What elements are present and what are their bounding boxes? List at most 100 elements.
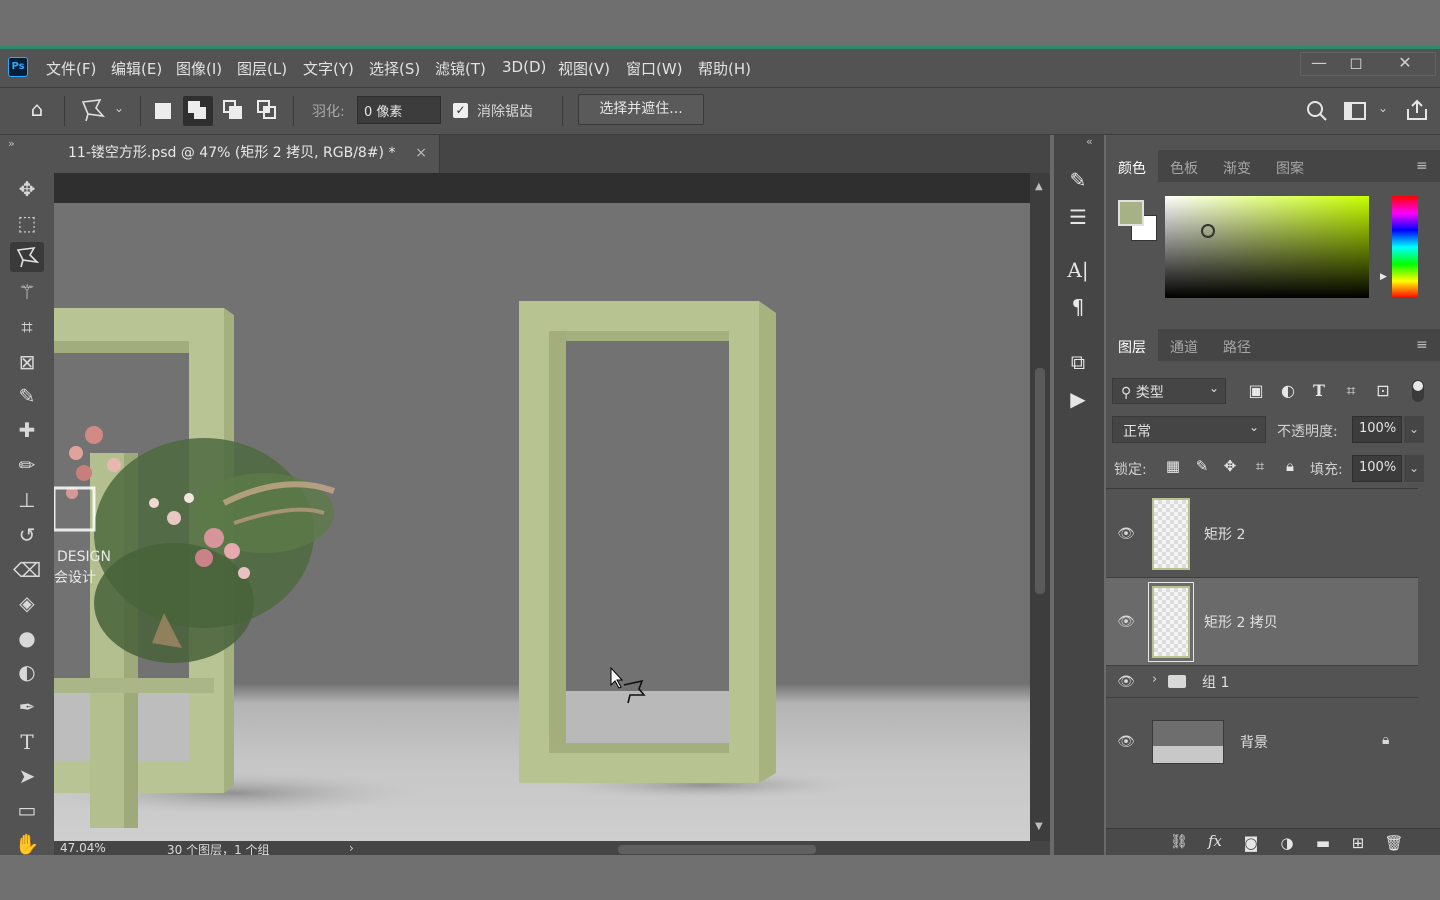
delete-layer-icon[interactable]: 🗑︎ [1383,834,1405,852]
workspace-icon[interactable] [1343,99,1369,123]
path-selection-tool-icon[interactable]: ➤ [10,761,44,791]
polygonal-lasso-icon[interactable] [78,96,108,124]
tab-gradients[interactable]: 渐变 [1223,158,1251,178]
menu-select[interactable]: 选择(S) [369,58,420,79]
tab-layers[interactable]: 图层 [1118,337,1146,357]
photoshop-logo[interactable]: Ps [8,57,28,77]
background-layer-row[interactable]: 👁︎ 背景 🔒︎ [1106,698,1418,786]
tab-paths[interactable]: 路径 [1223,337,1251,357]
layer-group-row[interactable]: 👁︎ › 组 1 [1106,666,1418,698]
new-layer-icon[interactable]: ⊞ [1347,834,1369,852]
history-icon[interactable]: ⧉ [1062,350,1094,374]
fill-input[interactable]: 100% [1352,455,1402,482]
tab-channels[interactable]: 通道 [1170,337,1198,357]
vertical-scrollbar[interactable]: ▲ ▼ [1030,173,1050,841]
menu-layer[interactable]: 图层(L) [237,58,287,79]
collapse-panels-icon[interactable]: « [1086,135,1093,148]
hue-slider-handle-icon[interactable]: ▶ [1380,272,1387,282]
magic-wand-tool-icon[interactable]: ⚚ [10,277,44,307]
hue-slider[interactable] [1392,196,1418,298]
minimize-button[interactable]: — [1304,54,1334,72]
add-mask-icon[interactable]: ◙ [1240,834,1262,852]
foreground-color-swatch[interactable] [1118,200,1144,226]
smart-object-filter-icon[interactable]: ⊡ [1372,381,1394,400]
layer-filter-select[interactable]: ⚲ 类型 ⌄ [1112,378,1226,404]
rectangle-tool-icon[interactable]: ▭ [10,795,44,825]
brush-tool-icon[interactable]: ✏ [10,450,44,480]
type-tool-icon[interactable]: T [10,727,44,757]
eye-icon[interactable]: 👁︎ [1116,735,1136,749]
menu-file[interactable]: 文件(F) [46,58,96,79]
frame-tool-icon[interactable]: ⊠ [10,347,44,377]
vertical-scroll-thumb[interactable] [1035,368,1045,594]
menu-view[interactable]: 视图(V) [558,58,610,79]
layers-panel-menu-icon[interactable]: ≡ [1416,337,1428,353]
menu-3d[interactable]: 3D(D) [502,58,546,76]
tab-swatches[interactable]: 色板 [1170,158,1198,178]
home-icon[interactable]: ⌂ [22,97,52,121]
character-icon[interactable]: A| [1062,258,1094,282]
chevron-down-icon[interactable]: ⌄ [114,101,124,115]
tab-patterns[interactable]: 图案 [1276,158,1304,178]
menu-filter[interactable]: 滤镜(T) [435,58,486,79]
expand-tools-icon[interactable]: » [8,137,15,150]
clone-stamp-tool-icon[interactable]: ⊥ [10,485,44,515]
group-name[interactable]: 组 1 [1202,672,1229,692]
menu-type[interactable]: 文字(Y) [303,58,354,79]
new-group-icon[interactable]: ▬ [1312,834,1334,852]
lock-position-icon[interactable]: ✥ [1220,457,1240,475]
lock-image-pixels-icon[interactable]: ✎ [1192,457,1212,475]
menu-image[interactable]: 图像(I) [176,58,222,79]
eraser-tool-icon[interactable]: ⌫ [10,555,44,585]
intersect-selection-icon[interactable] [257,100,277,120]
layer-style-icon[interactable]: fx [1204,832,1226,850]
crop-tool-icon[interactable]: ⌗ [10,312,44,342]
actions-play-icon[interactable]: ▶ [1062,387,1094,411]
layer-name[interactable]: 背景 [1240,732,1268,752]
adjustments-icon[interactable]: ☰ [1062,205,1094,229]
shape-layer-filter-icon[interactable]: ⌗ [1340,381,1362,401]
layer-name[interactable]: 矩形 2 [1204,524,1245,544]
brush-settings-icon[interactable]: ✎ [1062,168,1094,192]
menu-window[interactable]: 窗口(W) [626,58,683,79]
paragraph-icon[interactable]: ¶ [1062,295,1094,319]
lock-artboard-icon[interactable]: ⌗ [1250,457,1270,475]
history-brush-tool-icon[interactable]: ↺ [10,520,44,550]
blend-mode-select[interactable]: 正常 ⌄ [1112,416,1266,443]
menu-edit[interactable]: 编辑(E) [111,58,162,79]
horizontal-scroll-thumb[interactable] [618,845,816,854]
color-picker-cursor[interactable] [1201,224,1215,238]
paint-bucket-tool-icon[interactable]: ◈ [10,588,44,618]
eye-icon[interactable]: 👁︎ [1116,527,1136,541]
status-arrow-icon[interactable]: › [349,841,354,855]
share-icon[interactable] [1404,97,1430,123]
lock-transparent-pixels-icon[interactable]: ▦ [1163,457,1183,475]
expand-group-icon[interactable]: › [1152,672,1157,687]
layer-row-selected[interactable]: 👁︎ 矩形 2 拷贝 [1106,578,1418,666]
scroll-down-icon[interactable]: ▼ [1035,821,1043,832]
color-panel-menu-icon[interactable]: ≡ [1416,158,1428,174]
filter-toggle[interactable] [1412,380,1424,402]
move-tool-icon[interactable]: ✥ [10,174,44,204]
scroll-up-icon[interactable]: ▲ [1035,181,1043,192]
eye-icon[interactable]: 👁︎ [1116,615,1136,629]
new-selection-icon[interactable] [155,103,171,119]
opacity-chevron-icon[interactable]: ⌄ [1404,416,1424,443]
menu-help[interactable]: 帮助(H) [698,58,751,79]
antialias-checkbox[interactable]: ✓ [453,103,468,118]
opacity-input[interactable]: 100% [1352,416,1402,443]
tab-color[interactable]: 颜色 [1118,158,1146,178]
layer-name[interactable]: 矩形 2 拷贝 [1204,612,1278,632]
healing-brush-tool-icon[interactable]: ✚ [10,415,44,445]
document-tab[interactable]: 11-镂空方形.psd @ 47% (矩形 2 拷贝, RGB/8#) * × [54,135,440,173]
adjustment-layer-filter-icon[interactable]: ◐ [1277,381,1299,400]
layer-row[interactable]: 👁︎ 矩形 2 [1106,490,1418,578]
workspace-chevron-icon[interactable]: ⌄ [1378,101,1388,115]
fill-chevron-icon[interactable]: ⌄ [1404,455,1424,482]
type-layer-filter-icon[interactable]: T [1308,381,1330,400]
restore-button[interactable]: ◻ [1341,54,1371,72]
search-icon[interactable] [1305,99,1329,123]
subtract-selection-icon[interactable] [223,100,243,120]
link-layers-icon[interactable]: ⛓︎ [1168,834,1190,850]
blur-tool-icon[interactable]: ● [10,623,44,653]
